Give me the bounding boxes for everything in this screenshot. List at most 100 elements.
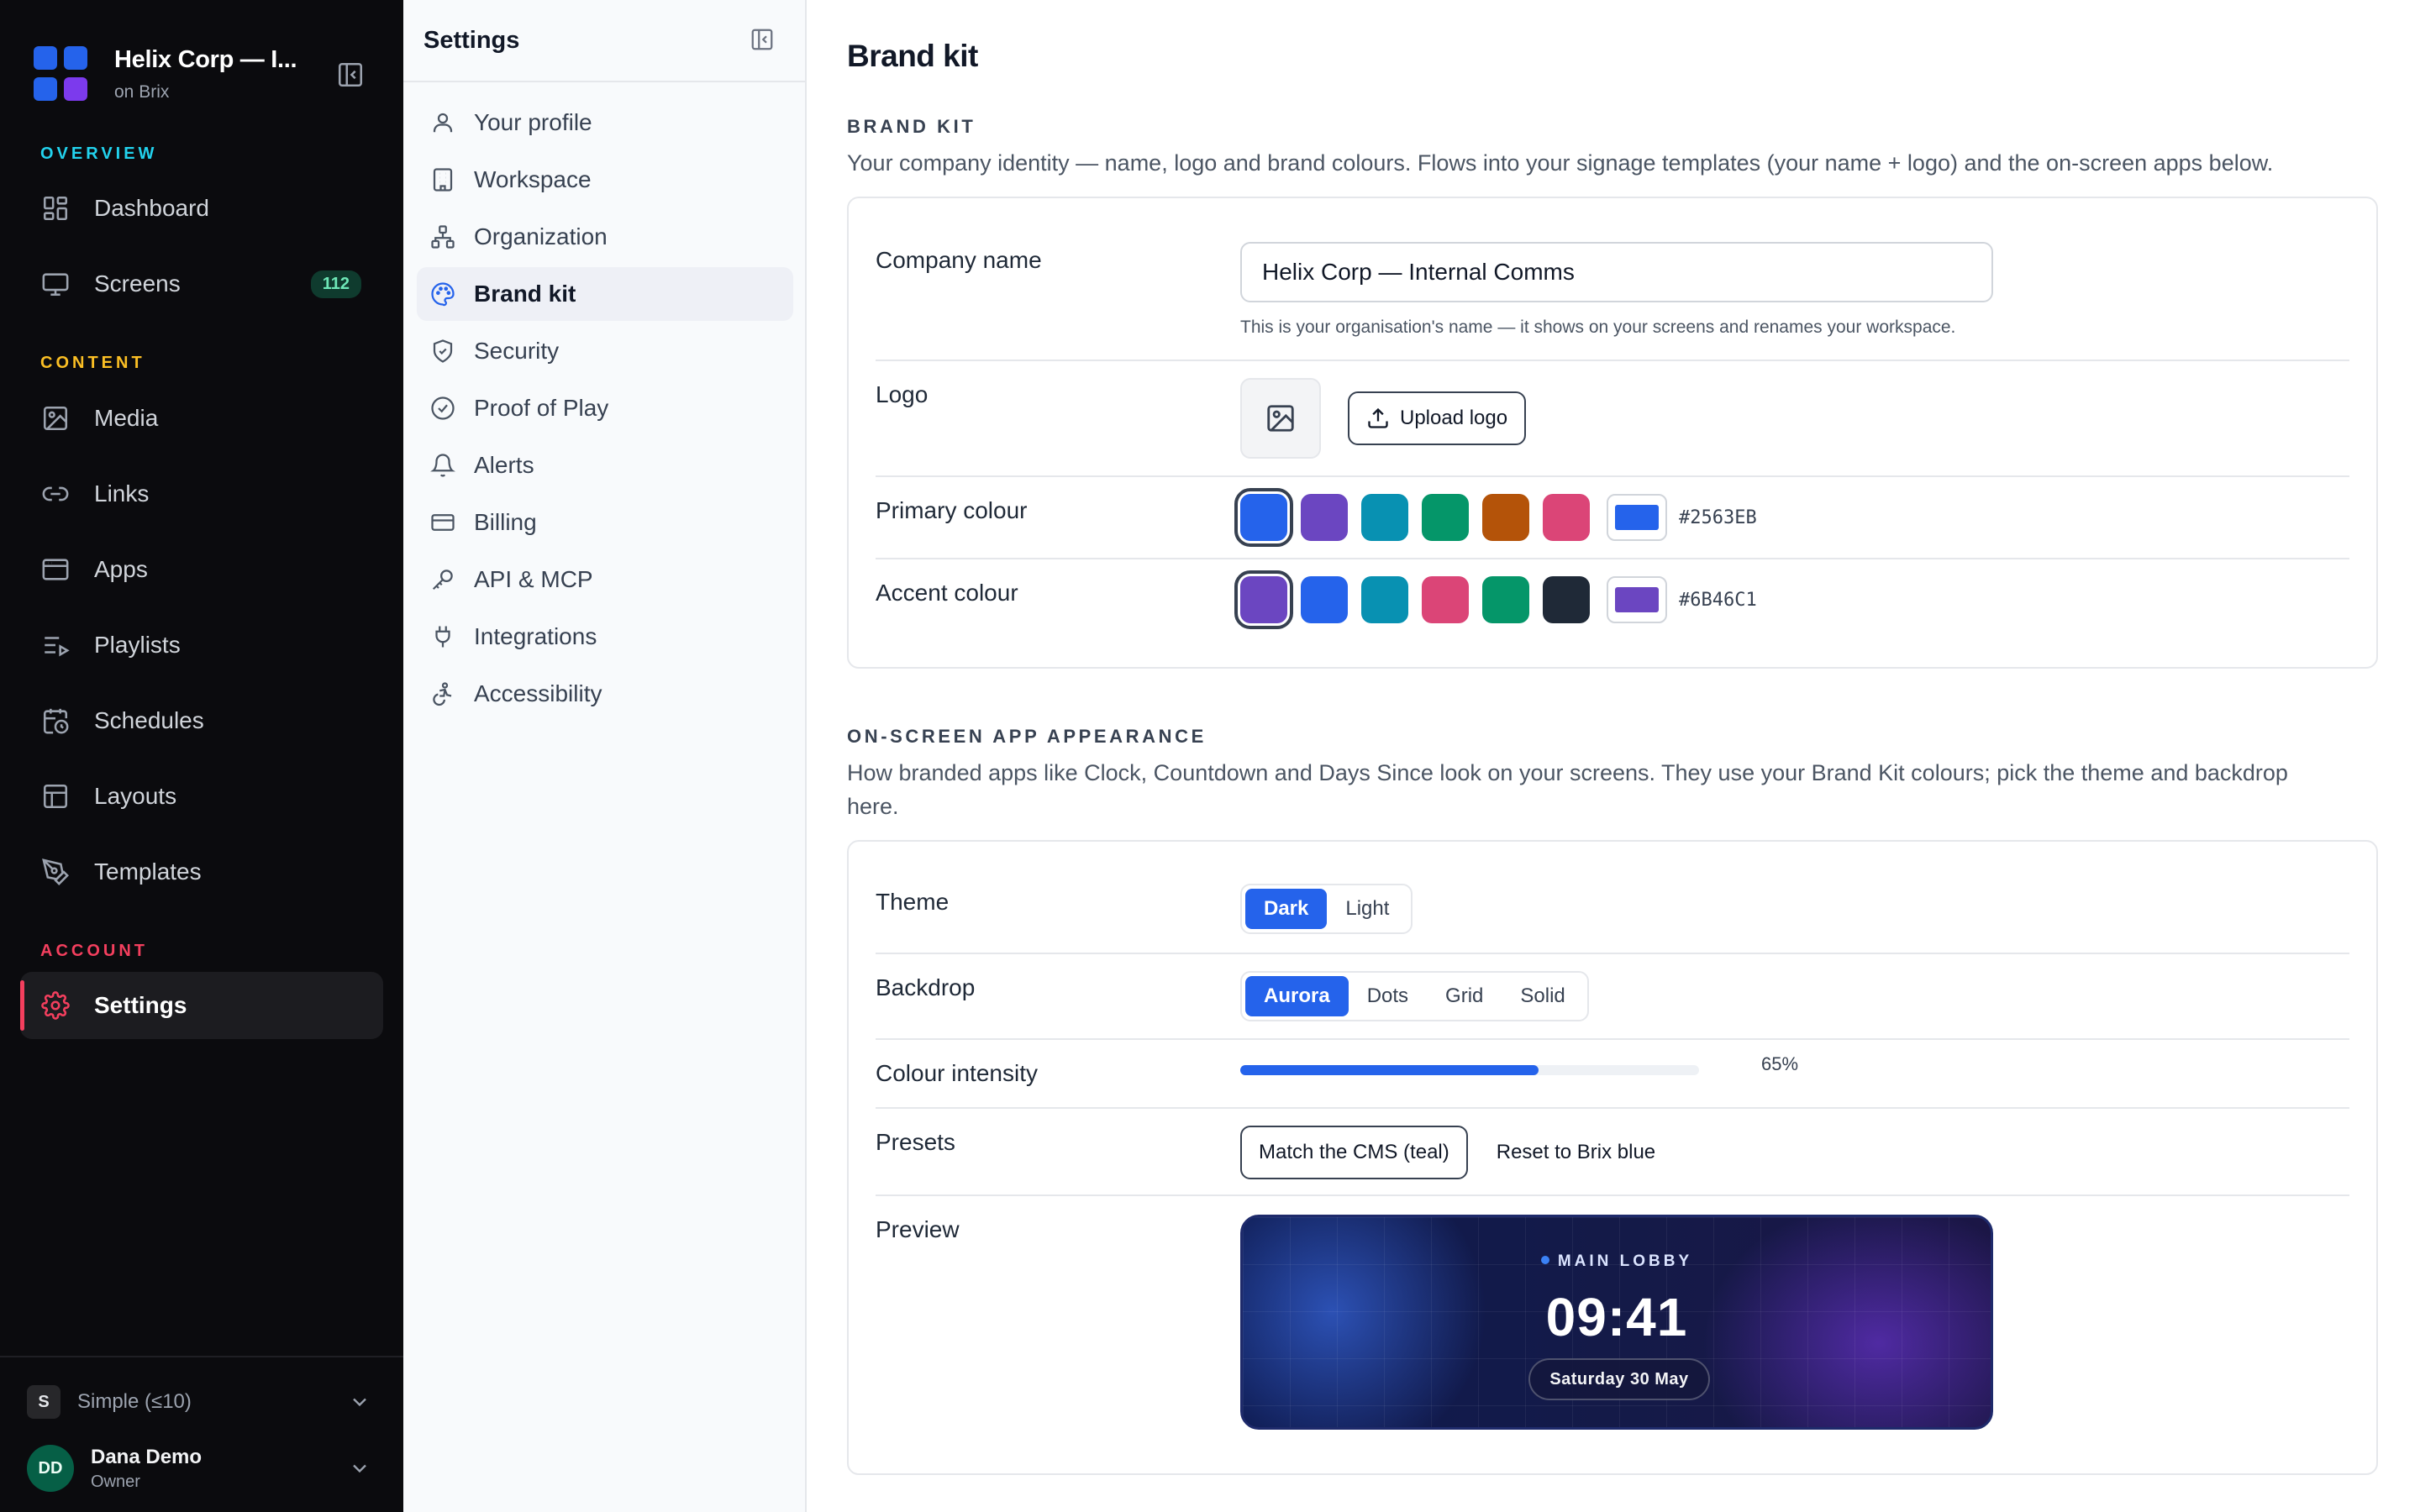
backdrop-option-aurora[interactable]: Aurora xyxy=(1245,976,1349,1016)
sidebar-item-playlists[interactable]: Playlists xyxy=(20,612,383,679)
primary-swatch[interactable] xyxy=(1482,494,1529,541)
settings-item-proof-of-play[interactable]: Proof of Play xyxy=(417,381,793,435)
upload-icon xyxy=(1366,407,1390,430)
company-name-row: Company name This is your organisation's… xyxy=(876,198,2349,361)
section-label-overview: OVERVIEW xyxy=(40,144,158,163)
primary-custom-colour[interactable] xyxy=(1607,494,1667,541)
appearance-description: How branded apps like Clock, Countdown a… xyxy=(847,760,2288,819)
settings-item-profile[interactable]: Your profile xyxy=(417,96,793,150)
backdrop-option-dots[interactable]: Dots xyxy=(1349,976,1427,1016)
settings-item-label: Workspace xyxy=(474,166,592,192)
settings-item-accessibility[interactable]: Accessibility xyxy=(417,667,793,721)
main-sidebar: Helix Corp — I... on Brix OVERVIEW Dashb… xyxy=(0,0,403,1512)
plug-icon xyxy=(429,622,457,651)
intensity-slider[interactable]: 65% xyxy=(1240,1053,1798,1075)
primary-swatch[interactable] xyxy=(1422,494,1469,541)
check-circle-icon xyxy=(429,394,457,423)
accent-swatch[interactable] xyxy=(1301,576,1348,623)
reset-brix-blue-button[interactable]: Reset to Brix blue xyxy=(1480,1126,1672,1179)
shield-icon xyxy=(429,337,457,365)
panel-collapse-icon[interactable] xyxy=(750,27,776,54)
settings-item-organization[interactable]: Organization xyxy=(417,210,793,264)
settings-item-api-mcp[interactable]: API & MCP xyxy=(417,553,793,606)
backdrop-option-solid[interactable]: Solid xyxy=(1502,976,1583,1016)
sidebar-item-label: Media xyxy=(94,405,159,431)
backdrop-option-grid[interactable]: Grid xyxy=(1427,976,1502,1016)
accent-swatch[interactable] xyxy=(1234,570,1293,629)
image-icon xyxy=(1265,402,1297,434)
bell-icon xyxy=(429,451,457,480)
settings-item-label: Billing xyxy=(474,509,537,535)
accent-hex: #6B46C1 xyxy=(1679,589,1757,611)
company-name-input[interactable] xyxy=(1240,242,1993,302)
settings-nav-title: Settings xyxy=(424,26,520,54)
settings-item-alerts[interactable]: Alerts xyxy=(417,438,793,492)
key-icon xyxy=(429,565,457,594)
settings-item-billing[interactable]: Billing xyxy=(417,496,793,549)
sidebar-item-label: Apps xyxy=(94,556,148,582)
user-menu[interactable]: DD Dana Demo Owner xyxy=(27,1441,380,1495)
clock-app-preview: MAIN LOBBY 09:41 Saturday 30 May xyxy=(1240,1215,1993,1430)
gear-icon xyxy=(40,990,71,1021)
settings-item-workspace[interactable]: Workspace xyxy=(417,153,793,207)
sidebar-item-layouts[interactable]: Layouts xyxy=(20,763,383,830)
sidebar-item-dashboard[interactable]: Dashboard xyxy=(20,175,383,242)
accent-swatch[interactable] xyxy=(1422,576,1469,623)
sidebar-item-label: Screens xyxy=(94,270,181,297)
presets-row: Presets Match the CMS (teal) Reset to Br… xyxy=(876,1109,2349,1196)
workspace-name: Helix Corp — I... xyxy=(114,45,297,73)
settings-item-security[interactable]: Security xyxy=(417,324,793,378)
section-label-content: CONTENT xyxy=(40,354,145,372)
workspace-switcher[interactable]: Helix Corp — I... on Brix xyxy=(34,40,378,108)
accent-colour-label: Accent colour xyxy=(876,580,1018,606)
accent-colour-picker: #6B46C1 xyxy=(1234,570,1757,629)
sidebar-item-settings[interactable]: Settings xyxy=(20,972,383,1039)
user-role: Owner xyxy=(91,1472,140,1491)
backdrop-label: Backdrop xyxy=(876,974,976,1000)
sidebar-item-label: Playlists xyxy=(94,632,181,658)
accent-swatch[interactable] xyxy=(1482,576,1529,623)
sidebar-item-schedules[interactable]: Schedules xyxy=(20,687,383,754)
primary-swatch[interactable] xyxy=(1543,494,1590,541)
primary-swatch[interactable] xyxy=(1234,488,1293,547)
upload-logo-button[interactable]: Upload logo xyxy=(1348,391,1527,445)
chevron-down-icon xyxy=(348,1457,371,1480)
preview-date: Saturday 30 May xyxy=(1528,1358,1710,1400)
sidebar-item-templates[interactable]: Templates xyxy=(20,838,383,906)
settings-item-label: Security xyxy=(474,338,560,364)
sidebar-collapse-icon[interactable] xyxy=(336,60,365,89)
accent-custom-colour[interactable] xyxy=(1607,576,1667,623)
company-name-label: Company name xyxy=(876,247,1042,273)
plan-switcher[interactable]: S Simple (≤10) xyxy=(27,1381,380,1423)
sidebar-item-apps[interactable]: Apps xyxy=(20,536,383,603)
brand-kit-heading: BRAND KIT xyxy=(847,116,976,137)
monitor-icon xyxy=(40,269,71,299)
sidebar-item-screens[interactable]: Screens 112 xyxy=(20,250,383,318)
primary-hex: #2563EB xyxy=(1679,507,1757,528)
logo-placeholder[interactable] xyxy=(1240,378,1321,459)
workspace-logo xyxy=(34,46,89,102)
accent-swatch[interactable] xyxy=(1543,576,1590,623)
primary-swatch[interactable] xyxy=(1361,494,1408,541)
brand-kit-description: Your company identity — name, logo and b… xyxy=(847,150,2274,176)
settings-item-integrations[interactable]: Integrations xyxy=(417,610,793,664)
plan-label: Simple (≤10) xyxy=(77,1390,192,1413)
appearance-card: Theme Dark Light Backdrop Aurora Dots Gr… xyxy=(847,840,2378,1475)
sidebar-item-links[interactable]: Links xyxy=(20,460,383,528)
primary-swatch[interactable] xyxy=(1301,494,1348,541)
presets-label: Presets xyxy=(876,1129,955,1155)
settings-item-label: Brand kit xyxy=(474,281,576,307)
theme-option-light[interactable]: Light xyxy=(1327,889,1407,929)
preview-time: 09:41 xyxy=(1545,1287,1688,1347)
match-cms-button[interactable]: Match the CMS (teal) xyxy=(1240,1126,1468,1179)
sidebar-item-label: Settings xyxy=(94,992,187,1018)
screens-count-badge: 112 xyxy=(310,270,361,298)
theme-option-dark[interactable]: Dark xyxy=(1245,889,1328,929)
accent-swatch[interactable] xyxy=(1361,576,1408,623)
sidebar-item-media[interactable]: Media xyxy=(20,385,383,452)
layout-icon xyxy=(40,781,71,811)
settings-nav: Settings Your profile Workspace Organiza… xyxy=(403,0,807,1512)
workspace-subtitle: on Brix xyxy=(114,81,170,102)
settings-item-brand-kit[interactable]: Brand kit xyxy=(417,267,793,321)
upload-logo-label: Upload logo xyxy=(1400,407,1508,429)
